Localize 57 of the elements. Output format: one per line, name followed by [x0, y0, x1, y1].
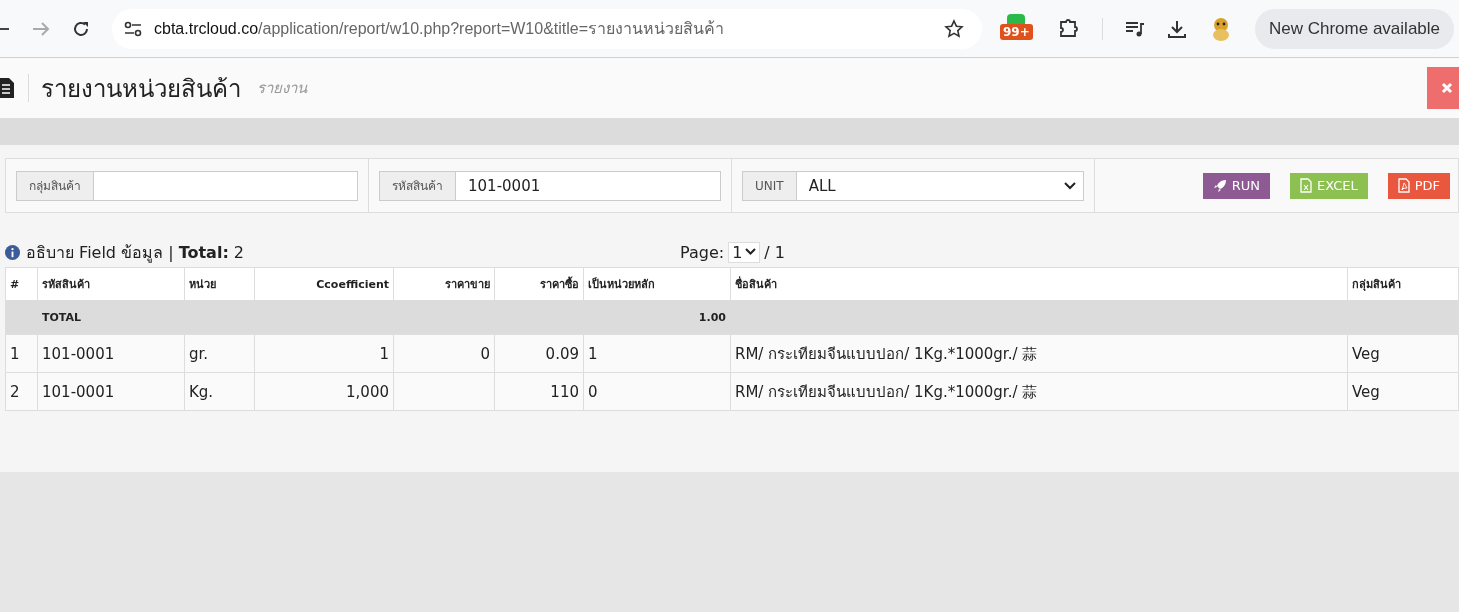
table-cell: 101-0001 [38, 373, 185, 411]
column-header: เป็นหน่วยหลัก [584, 267, 731, 301]
table-cell: 110 [495, 373, 584, 411]
page-title: รายงานหน่วยสินค้า [41, 73, 241, 105]
info-icon [5, 244, 20, 260]
run-button[interactable]: RUN [1202, 172, 1270, 199]
column-header: กลุ่มสินค้า [1348, 267, 1459, 301]
pdf-button[interactable]: PDF [1387, 172, 1450, 199]
column-header: รหัสสินค้า [38, 267, 185, 301]
unit-dropdown[interactable]: UNIT ALL [742, 170, 1084, 201]
page-label: Page: [680, 242, 725, 262]
page-dropdown[interactable]: 1 [728, 241, 761, 263]
total-label: TOTAL [42, 310, 82, 324]
table-cell: 0 [584, 373, 731, 411]
table-cell: gr. [185, 335, 255, 373]
filter-field[interactable]: รหัสสินค้า 101-0001 [379, 170, 721, 201]
address-bar[interactable]: cbta.trcloud.co/application/report/w10.php?report=W10&title=รายงานหน่วยสินค้า [112, 8, 982, 49]
site-info-icon [124, 20, 142, 37]
table-cell: 0 [394, 335, 495, 373]
column-header: ราคาซื้อ [495, 267, 584, 301]
playlist-icon[interactable] [1125, 19, 1145, 38]
star-icon[interactable] [944, 18, 964, 39]
table-cell: Veg [1348, 373, 1459, 411]
spreadsheet-file-icon [1299, 178, 1312, 193]
table-cell: 101-0001 [38, 335, 185, 373]
table-cell: RM/ กระเทียมจีนแบบปอก/ 1Kg.*1000gr./ 蒜 [731, 335, 1348, 373]
table-cell: 2 [6, 373, 38, 411]
pdf-file-icon [1397, 178, 1410, 193]
info-text[interactable]: อธิบาย Field ข้อมูล | Total: 2 [26, 239, 245, 265]
url-text: cbta.trcloud.co/application/report/w10.php?report=W10&title=รายงานหน่วยสินค้า [154, 19, 726, 39]
table-cell: Veg [1348, 335, 1459, 373]
close-icon [1441, 82, 1453, 94]
update-button[interactable]: New Chrome available [1255, 8, 1455, 49]
rocket-icon [1212, 178, 1227, 193]
table-cell: 1 [6, 335, 38, 373]
reload-icon[interactable] [72, 19, 90, 38]
table-cell: RM/ กระเทียมจีนแบบปอก/ 1Kg.*1000gr./ 蒜 [731, 373, 1348, 411]
page-subtitle: รายงาน [257, 78, 307, 99]
column-header: # [6, 267, 38, 301]
chevron-down-icon [1063, 180, 1077, 191]
download-icon[interactable] [1167, 18, 1187, 39]
puzzle-icon[interactable] [1058, 18, 1080, 39]
page-count: / 1 [764, 242, 785, 262]
column-header: Ccoefficient [255, 267, 394, 301]
table-cell: Kg. [185, 373, 255, 411]
table-cell: 1 [584, 335, 731, 373]
total-value: 1.00 [698, 310, 726, 324]
table-cell: 1,000 [255, 373, 394, 411]
close-button[interactable] [1427, 67, 1459, 109]
column-header: หน่วย [185, 267, 255, 301]
chevron-down-icon [745, 248, 757, 256]
notification-badge: 99+ [1000, 23, 1033, 40]
column-header: ราคาขาย [394, 267, 495, 301]
table-cell: 0.09 [495, 335, 584, 373]
table-cell: 1 [255, 335, 394, 373]
filter-field[interactable]: กลุ่มสินค้า [16, 170, 358, 201]
column-header: ชื่อสินค้า [731, 267, 1348, 301]
